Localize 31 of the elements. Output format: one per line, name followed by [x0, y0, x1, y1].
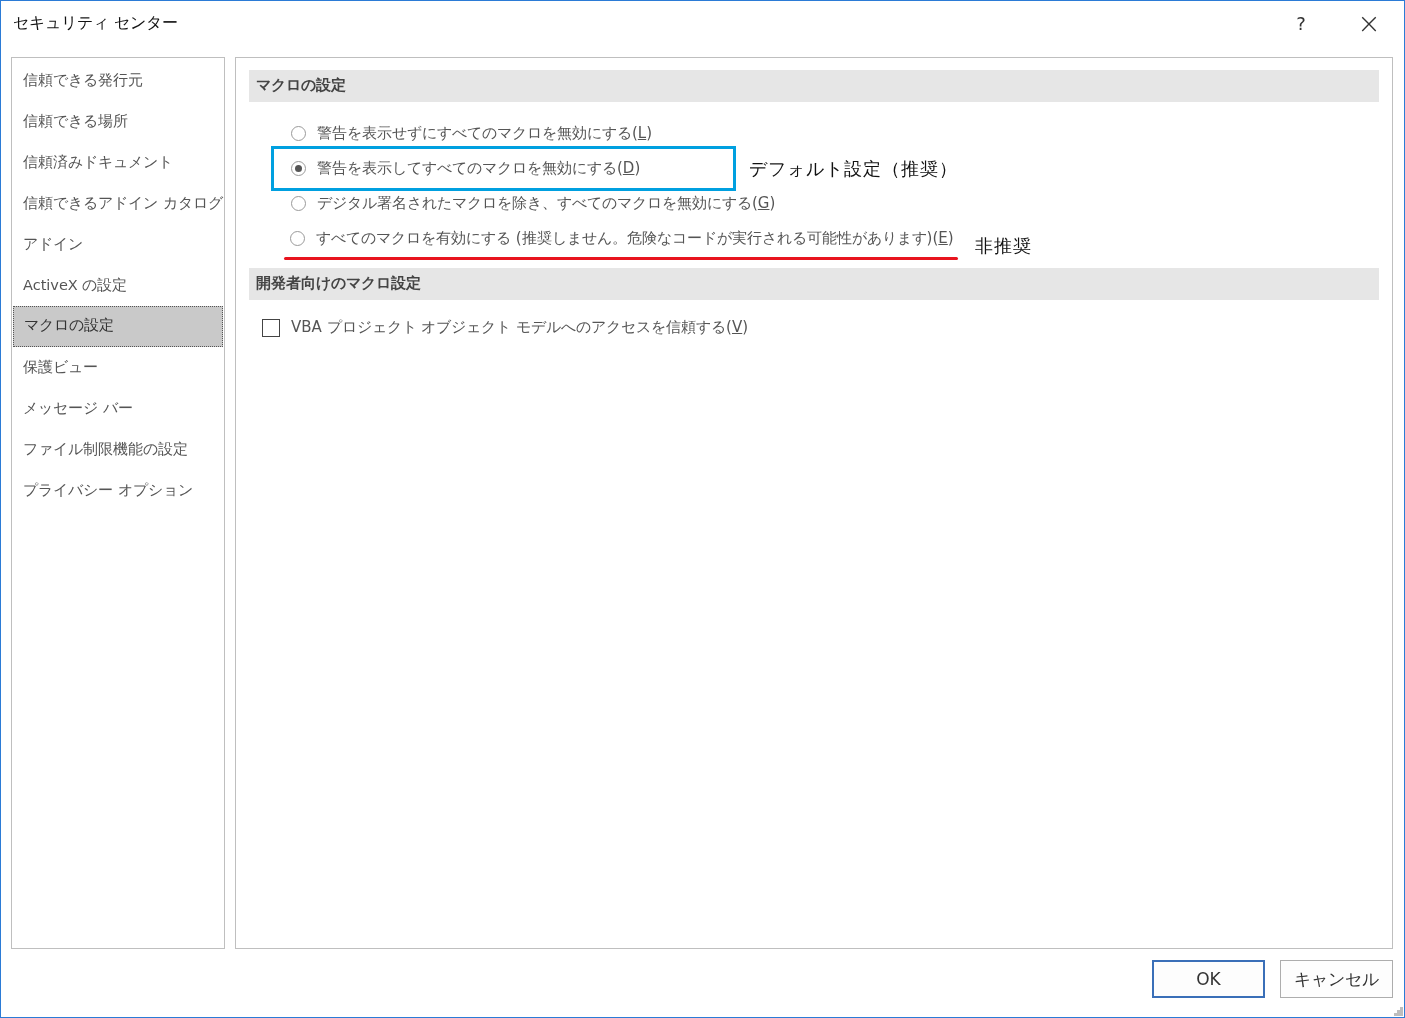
- radio-button[interactable]: [291, 126, 306, 141]
- option-label: 警告を表示してすべてのマクロを無効にする(D): [317, 159, 641, 178]
- close-button[interactable]: ×: [1336, 3, 1402, 43]
- dialog-button[interactable]: OK: [1152, 960, 1265, 998]
- annotation-text: デフォルト設定（推奨）: [749, 156, 958, 181]
- sidebar-item[interactable]: アドイン: [12, 224, 224, 265]
- annotation-text: 非推奨: [974, 233, 1032, 258]
- sidebar-item[interactable]: 信頼できる場所: [12, 101, 224, 142]
- option-label: VBA プロジェクト オブジェクト モデルへのアクセスを信頼する(V): [291, 318, 749, 337]
- sidebar-item[interactable]: マクロの設定: [13, 306, 223, 347]
- radio-button[interactable]: [291, 196, 306, 211]
- section-header: マクロの設定: [249, 70, 1379, 102]
- sidebar-item[interactable]: メッセージ バー: [12, 388, 224, 429]
- dialog-button[interactable]: キャンセル: [1280, 960, 1393, 998]
- sidebar-item[interactable]: ActiveX の設定: [12, 265, 224, 306]
- sidebar-item[interactable]: 信頼できる発行元: [12, 60, 224, 101]
- radio-button[interactable]: [290, 231, 305, 246]
- radio-button[interactable]: [291, 161, 306, 176]
- option-label: 警告を表示せずにすべてのマクロを無効にする(L): [317, 124, 653, 143]
- sidebar-item[interactable]: 信頼できるアドイン カタログ: [12, 183, 224, 224]
- sidebar-item[interactable]: プライバシー オプション: [12, 470, 224, 511]
- window-title: セキュリティ センター: [13, 12, 180, 34]
- sidebar-item[interactable]: 保護ビュー: [12, 347, 224, 388]
- sidebar-item[interactable]: ファイル制限機能の設定: [12, 429, 224, 470]
- option-label: すべてのマクロを有効にする (推奨しません。危険なコードが実行される可能性があります)(E): [316, 229, 954, 248]
- checkbox[interactable]: [262, 318, 280, 337]
- resize-grip-icon[interactable]: [1394, 1007, 1403, 1016]
- help-button[interactable]: ?: [1266, 3, 1336, 43]
- sidebar-item[interactable]: 信頼済みドキュメント: [12, 142, 224, 183]
- section-header: 開発者向けのマクロ設定: [249, 268, 1379, 300]
- option-label: デジタル署名されたマクロを除き、すべてのマクロを無効にする(G): [317, 194, 776, 213]
